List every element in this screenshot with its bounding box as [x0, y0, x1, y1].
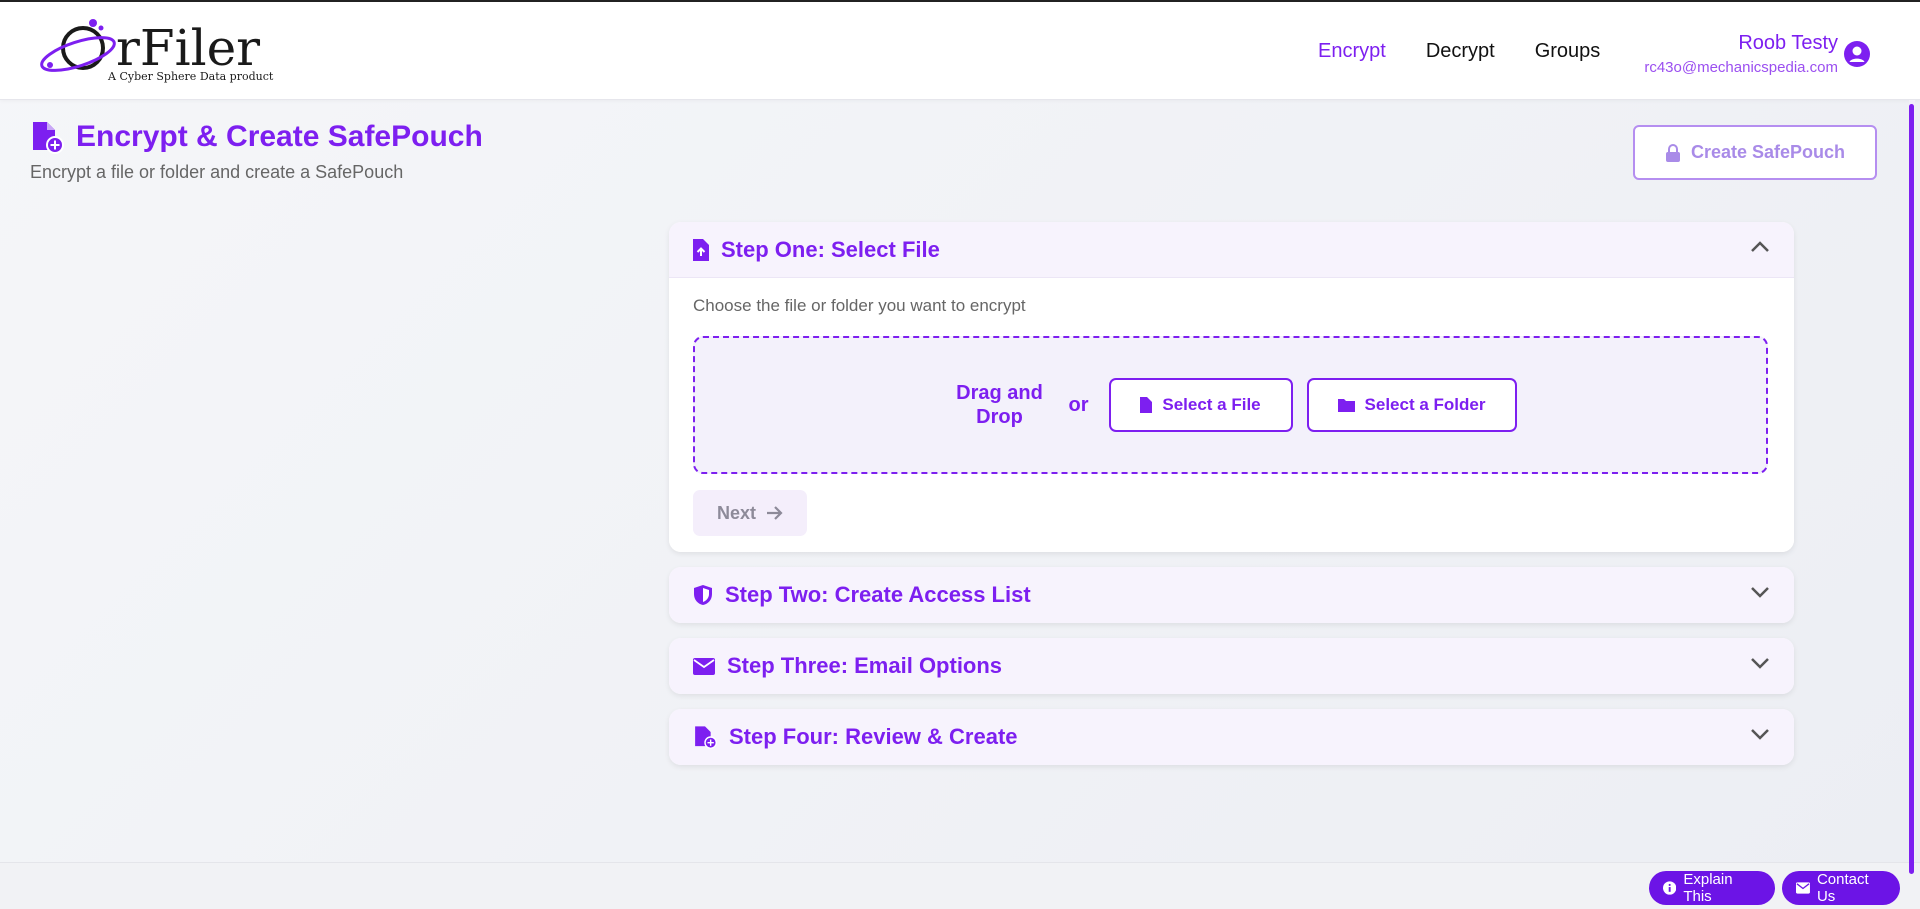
step-two-header[interactable]: Step Two: Create Access List: [669, 567, 1794, 623]
explain-this-button[interactable]: Explain This: [1649, 871, 1775, 905]
lock-icon: [1665, 143, 1680, 162]
nav-groups[interactable]: Groups: [1535, 40, 1601, 63]
chevron-down-icon[interactable]: [1750, 585, 1770, 599]
envelope-icon: [1796, 882, 1810, 894]
step-four-label: Step Four: Review & Create: [729, 724, 1018, 749]
create-safepouch-label: Create SafePouch: [1690, 142, 1846, 162]
steps-accordion: Step One: Select File Choose the file or…: [669, 222, 1794, 780]
select-folder-label: Select a Folder: [1364, 395, 1486, 414]
file-plus-icon: [33, 122, 64, 154]
nav-encrypt[interactable]: Encrypt: [1318, 40, 1386, 63]
user-circle-icon[interactable]: [1843, 40, 1871, 68]
top-header: rFiler A Cyber Sphere Data product Encry…: [0, 2, 1920, 100]
contact-us-button[interactable]: Contact Us: [1782, 871, 1900, 905]
or-text: or: [1068, 393, 1089, 416]
user-info[interactable]: Roob Testy rc43o@mechanicspedia.com: [1644, 32, 1838, 76]
drag-drop-text: Drag and Drop: [956, 382, 1043, 428]
step-three-card: Step Three: Email Options: [669, 638, 1794, 694]
page-header: Encrypt & Create SafePouch Encrypt a fil…: [30, 120, 483, 183]
brand-logo[interactable]: rFiler A Cyber Sphere Data product: [38, 14, 278, 88]
explain-this-label: Explain This: [1683, 871, 1733, 905]
arrow-right-icon: [767, 506, 783, 520]
scrollbar-thumb[interactable]: [1909, 104, 1914, 874]
file-plus-icon: [695, 726, 717, 749]
main-nav: Encrypt Decrypt Groups: [1318, 40, 1600, 63]
nav-decrypt[interactable]: Decrypt: [1426, 40, 1495, 63]
user-email: rc43o@mechanicspedia.com: [1644, 59, 1838, 76]
step-two-card: Step Two: Create Access List: [669, 567, 1794, 623]
select-folder-button[interactable]: Select a Folder: [1306, 378, 1517, 432]
info-icon: [1663, 881, 1677, 895]
shield-icon: [694, 585, 712, 605]
brand-name: rFiler: [116, 19, 261, 77]
file-upload-icon: [693, 238, 709, 261]
brand-tagline: A Cyber Sphere Data product: [108, 70, 274, 83]
chevron-down-icon[interactable]: [1750, 727, 1770, 741]
select-file-label: Select a File: [1162, 395, 1261, 414]
contact-us-label: Contact Us: [1816, 871, 1869, 905]
folder-icon: [1337, 399, 1355, 412]
file-dropzone[interactable]: Drag and Drop or Select a File Select a …: [693, 336, 1768, 474]
envelope-icon: [693, 657, 715, 675]
step-two-label: Step Two: Create Access List: [725, 582, 1031, 607]
step-one-body: Choose the file or folder you want to en…: [669, 278, 1794, 552]
chevron-up-icon[interactable]: [1750, 240, 1770, 254]
select-file-button[interactable]: Select a File: [1108, 378, 1293, 432]
step-four-card: Step Four: Review & Create: [669, 709, 1794, 765]
step-one-description: Choose the file or folder you want to en…: [693, 296, 1026, 315]
step-three-header[interactable]: Step Three: Email Options: [669, 638, 1794, 694]
step-one-label: Step One: Select File: [721, 236, 940, 262]
step-one-header[interactable]: Step One: Select File: [669, 222, 1794, 278]
create-safepouch-button[interactable]: Create SafePouch: [1633, 125, 1877, 180]
page-title: Encrypt & Create SafePouch: [76, 120, 483, 153]
next-label: Next: [716, 502, 756, 523]
step-three-label: Step Three: Email Options: [727, 653, 1003, 678]
page-footer: [0, 862, 1920, 909]
next-button[interactable]: Next: [693, 490, 807, 536]
page-subtitle: Encrypt a file or folder and create a Sa…: [30, 162, 404, 182]
file-icon: [1140, 397, 1153, 413]
step-one-card: Step One: Select File Choose the file or…: [669, 222, 1794, 552]
step-four-header[interactable]: Step Four: Review & Create: [669, 709, 1794, 765]
user-name: Roob Testy: [1738, 32, 1838, 54]
chevron-down-icon[interactable]: [1750, 656, 1770, 670]
